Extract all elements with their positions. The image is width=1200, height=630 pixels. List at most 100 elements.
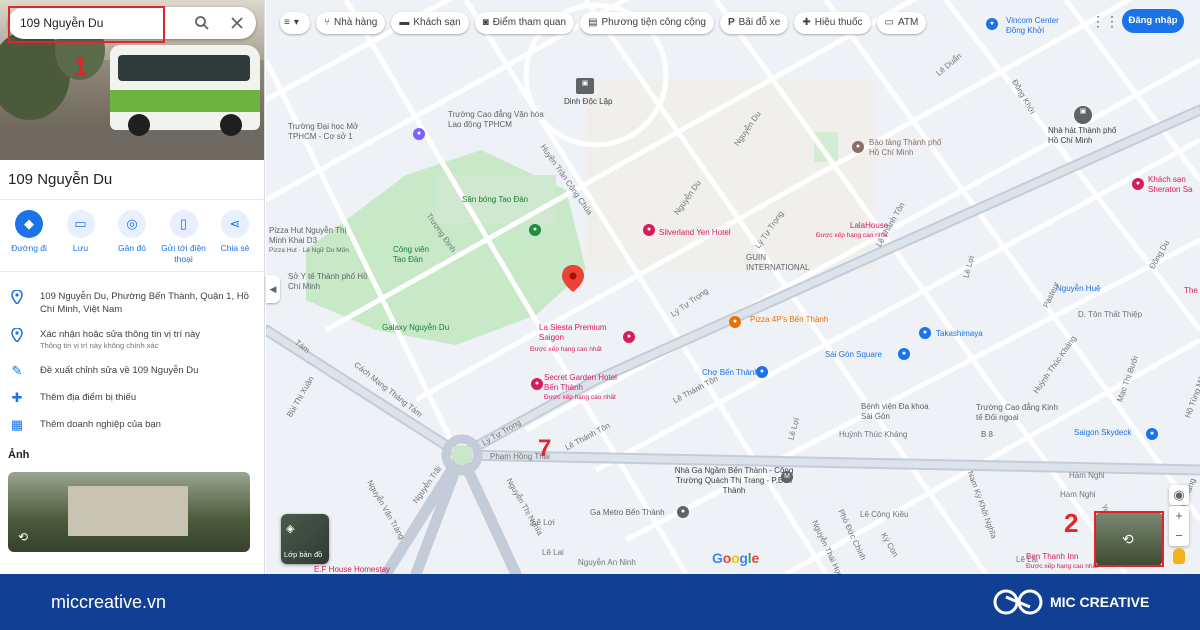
menu-chip[interactable]: ≡ ▾ bbox=[280, 12, 310, 34]
pegman-icon[interactable] bbox=[1173, 548, 1185, 564]
map-label-pizza-hut-sub: Pizza Hut · Lê Ngữ Du Mốn bbox=[269, 247, 349, 254]
theater-poi-icon[interactable]: ▣ bbox=[1074, 106, 1092, 124]
chip-pharmacy[interactable]: ✚ Hiệu thuốc bbox=[794, 12, 871, 34]
map-label-saigon-skydeck[interactable]: Saigon Skydeck bbox=[1074, 428, 1131, 438]
metro-station-icon[interactable]: M bbox=[781, 471, 793, 483]
sign-in-button[interactable]: Đăng nhập bbox=[1122, 9, 1184, 33]
annotation-box-street-view bbox=[1094, 511, 1164, 567]
map-label-truong-cd[interactable]: Trường Cao đẳng Văn hóa Lao động TPHCM bbox=[448, 110, 558, 130]
map-label-khach-san[interactable]: Khách sạn Sheraton Sa bbox=[1148, 175, 1200, 195]
verify-subtext: Thông tin vị trí này không chính xác bbox=[40, 341, 159, 350]
address-text: 109 Nguyễn Du, Phường Bến Thành, Quận 1,… bbox=[40, 291, 249, 315]
annotation-number: 7 bbox=[538, 435, 552, 462]
map-label-secret-garden[interactable]: Secret Garden Hotel Bến Thành bbox=[544, 373, 624, 393]
map-label-takashimaya[interactable]: Takashimaya bbox=[936, 329, 983, 339]
apps-grid-icon[interactable]: ⋮⋮ bbox=[1091, 12, 1119, 30]
location-check-icon bbox=[10, 327, 24, 344]
hotel-poi-icon[interactable]: ● bbox=[1132, 178, 1144, 190]
chip-hotels[interactable]: ▬ Khách sạn bbox=[391, 12, 469, 34]
map-label-bao-tang[interactable]: Bảo tàng Thành phố Hồ Chí Minh bbox=[869, 138, 949, 158]
restaurant-poi-icon[interactable]: ● bbox=[729, 316, 741, 328]
share-button[interactable]: ⋖ Chia sẻ bbox=[210, 210, 260, 265]
map-label-nguyen-hue[interactable]: Nguyễn Huệ bbox=[1056, 284, 1100, 294]
directions-button[interactable]: ◆ Đường đi bbox=[4, 210, 54, 265]
chip-restaurants[interactable]: ⑂ Nhà hàng bbox=[316, 12, 386, 34]
google-logo: Google bbox=[712, 550, 760, 566]
map-label-truong-cao-dang[interactable]: Trường Cao đẳng Kinh tế Đối ngoại bbox=[976, 403, 1062, 423]
map-label-san-bong[interactable]: Sân bóng Tao Đàn bbox=[462, 195, 528, 205]
map-label-nha-hat[interactable]: Nhà hát Thành phố Hồ Chí Minh bbox=[1048, 126, 1128, 146]
chip-attractions[interactable]: ◙ Điểm tham quan bbox=[474, 12, 575, 34]
chip-label: Nhà hàng bbox=[334, 17, 378, 28]
my-location-icon: ◉ bbox=[1173, 487, 1185, 502]
map-label-la-siesta[interactable]: La Siesta Premium Saigon bbox=[539, 323, 619, 343]
shopping-poi-icon[interactable]: ● bbox=[756, 366, 768, 378]
nearby-icon: ◎ bbox=[118, 210, 146, 238]
map-label-so-y-te[interactable]: Sở Y tế Thành phố Hồ Chí Minh bbox=[288, 272, 368, 292]
hotel-poi-icon[interactable]: ● bbox=[643, 224, 655, 236]
phone-icon: ▯ bbox=[169, 210, 198, 238]
shopping-poi-icon[interactable]: ● bbox=[898, 348, 910, 360]
pharmacy-icon: ✚ bbox=[802, 17, 811, 28]
search-icon[interactable] bbox=[194, 15, 210, 31]
map-label-ef-house[interactable]: E.F House Homestay bbox=[314, 565, 390, 574]
shopping-poi-icon[interactable]: ● bbox=[919, 327, 931, 339]
share-icon: ⋖ bbox=[221, 210, 249, 238]
zoom-out-button[interactable]: − bbox=[1169, 526, 1189, 546]
hotel-poi-icon[interactable]: ● bbox=[623, 331, 635, 343]
stadium-poi-icon[interactable]: ● bbox=[529, 224, 541, 236]
map-label-la-siesta-sub: Được xếp hạng cao nhất bbox=[530, 346, 602, 353]
photos-heading: Ảnh bbox=[8, 449, 30, 461]
chip-parking[interactable]: P Bãi đỗ xe bbox=[719, 12, 789, 34]
location-pin-icon bbox=[10, 289, 24, 306]
map-label-ga-metro[interactable]: Ga Metro Bến Thành bbox=[590, 508, 665, 518]
map-label-pizza-hut[interactable]: Pizza Hut Nguyễn Thị Minh Khai D3 bbox=[269, 226, 353, 246]
nearby-button[interactable]: ◎ Gần đó bbox=[107, 210, 157, 265]
map-label-the-r[interactable]: The R bbox=[1184, 286, 1200, 296]
chip-label: ATM bbox=[897, 17, 919, 28]
hotel-poi-icon[interactable]: ● bbox=[531, 378, 543, 390]
street-ham-nghi: Hàm Nghi bbox=[1069, 471, 1105, 480]
send-to-phone-button[interactable]: ▯ Gửi tới điện thoại bbox=[159, 210, 209, 265]
skydeck-poi-icon[interactable]: ● bbox=[1146, 428, 1158, 440]
chip-transit[interactable]: ▤ Phương tiện công cộng bbox=[580, 12, 714, 34]
save-button[interactable]: ▭ Lưu bbox=[56, 210, 106, 265]
museum-poi-icon[interactable]: ● bbox=[852, 141, 864, 153]
map-label-dinh-doc-lap[interactable]: Dinh Độc Lập bbox=[564, 97, 612, 107]
street-view-photo[interactable]: ⟲ bbox=[8, 472, 250, 552]
photo-bus bbox=[110, 45, 260, 136]
directions-label: Đường đi bbox=[11, 243, 47, 253]
map-label-benh-vien[interactable]: Bệnh viện Đa khoa Sài Gòn bbox=[861, 402, 933, 422]
my-location-button[interactable]: ◉ bbox=[1169, 485, 1189, 505]
annotation-number: 1 bbox=[73, 52, 88, 82]
layers-button[interactable]: ◈ Lớp bản đồ bbox=[281, 514, 329, 564]
close-icon[interactable] bbox=[229, 15, 245, 31]
zoom-in-button[interactable]: + bbox=[1169, 506, 1189, 526]
street-huynh-thuc-khang: Huỳnh Thúc Kháng bbox=[839, 430, 908, 439]
map-canvas[interactable]: Dinh Độc Lập Trường Cao đẳng Văn hóa Lao… bbox=[266, 0, 1200, 574]
map-label-cong-vien[interactable]: Công viên Tao Đàn bbox=[393, 245, 443, 265]
menu-icon: ≡ bbox=[284, 17, 290, 28]
street-ham-nghi: Hàm Nghi bbox=[1060, 490, 1096, 499]
send-to-phone-label: Gửi tới điện thoại bbox=[161, 243, 206, 264]
street-nguyen-an-ninh: Nguyễn An Ninh bbox=[578, 558, 636, 567]
map-label-saigon-square[interactable]: Sài Gòn Square bbox=[825, 350, 882, 360]
collapse-panel-button[interactable]: ◀ bbox=[266, 275, 280, 303]
nearby-label: Gần đó bbox=[118, 243, 146, 253]
palace-poi-icon[interactable]: ▣ bbox=[576, 78, 594, 94]
map-label-pizza4ps[interactable]: Pizza 4P's Bến Thành bbox=[750, 315, 828, 325]
add-business-text: Thêm doanh nghiệp của bạn bbox=[40, 419, 161, 430]
map-label-guin[interactable]: GUIN INTERNATIONAL bbox=[746, 253, 809, 273]
chip-atm[interactable]: ▭ ATM bbox=[876, 12, 927, 34]
annotation-box-search bbox=[8, 6, 165, 43]
shopping-poi-icon[interactable]: ● bbox=[986, 18, 998, 30]
street-view-icon: ⟲ bbox=[18, 530, 29, 544]
map-label-galaxy[interactable]: Galaxy Nguyễn Du bbox=[382, 323, 449, 333]
metro-poi-icon[interactable]: ● bbox=[677, 506, 689, 518]
map-label-vincom[interactable]: Vincom Center Đồng Khởi bbox=[1006, 16, 1070, 36]
map-label-truong-dh[interactable]: Trường Đại học Mở TPHCM - Cơ sở 1 bbox=[288, 122, 368, 142]
map-label-silverland[interactable]: Silverland Yen Hotel bbox=[659, 228, 731, 238]
map-label-b8[interactable]: B 8 bbox=[981, 430, 993, 440]
school-poi-icon[interactable]: ● bbox=[413, 128, 425, 140]
hotel-icon: ▬ bbox=[399, 17, 410, 28]
